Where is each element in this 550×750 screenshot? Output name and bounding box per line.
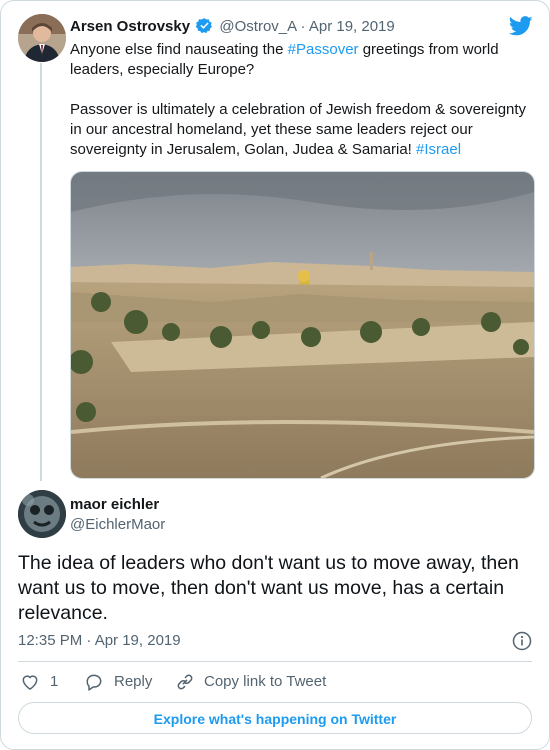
tweet-embed-card: Arsen Ostrovsky @Ostrov_A · Apr 19, 2019… [0, 0, 550, 750]
main-author-name[interactable]: maor eichler [70, 496, 159, 514]
reply-bubble-icon [86, 674, 102, 691]
parent-author-avatar[interactable] [18, 14, 66, 62]
like-button[interactable]: 1 [18, 671, 68, 693]
actions-divider [18, 661, 532, 662]
reply-label: Reply [114, 673, 153, 690]
twitter-bird-icon[interactable] [509, 16, 533, 36]
main-author-handle[interactable]: @EichlerMaor [70, 516, 165, 534]
copy-link-label: Copy link to Tweet [204, 673, 327, 690]
main-author-avatar[interactable] [18, 490, 66, 538]
info-icon[interactable] [512, 631, 532, 651]
like-count: 1 [50, 673, 59, 690]
parent-text-paragraph-2: Passover is ultimately a celebration of … [70, 100, 540, 160]
jerusalem-photo-media[interactable] [70, 171, 535, 479]
link-icon [177, 674, 193, 690]
parent-tweet[interactable]: Arsen Ostrovsky @Ostrov_A · Apr 19, 2019… [1, 1, 549, 481]
hashtag-passover-link[interactable]: #Passover [288, 41, 359, 58]
verified-badge-icon [196, 18, 213, 34]
main-tweet-text: The idea of leaders who don't want us to… [18, 552, 519, 624]
parent-handle[interactable]: @Ostrov_A [219, 18, 296, 35]
thread-connector-line [40, 63, 42, 481]
parent-tweet-header: Arsen Ostrovsky @Ostrov_A · Apr 19, 2019 [70, 17, 395, 36]
parent-tweet-text: Anyone else find nauseating the #Passove… [70, 40, 540, 160]
parent-text-paragraph-1: Anyone else find nauseating the #Passove… [70, 40, 540, 80]
parent-author-name[interactable]: Arsen Ostrovsky [70, 18, 190, 35]
parent-text-segment: Anyone else find nauseating the [70, 41, 288, 58]
reply-button[interactable]: Reply [84, 671, 174, 693]
parent-date[interactable]: Apr 19, 2019 [309, 18, 395, 35]
tweet-timestamp[interactable]: 12:35 PM · Apr 19, 2019 [18, 632, 181, 650]
header-separator: · [300, 18, 306, 35]
copy-link-button[interactable]: Copy link to Tweet [175, 671, 345, 693]
explore-twitter-button[interactable]: Explore what's happening on Twitter [18, 702, 532, 734]
hashtag-israel-link[interactable]: #Israel [416, 141, 461, 158]
heart-icon [22, 675, 38, 690]
